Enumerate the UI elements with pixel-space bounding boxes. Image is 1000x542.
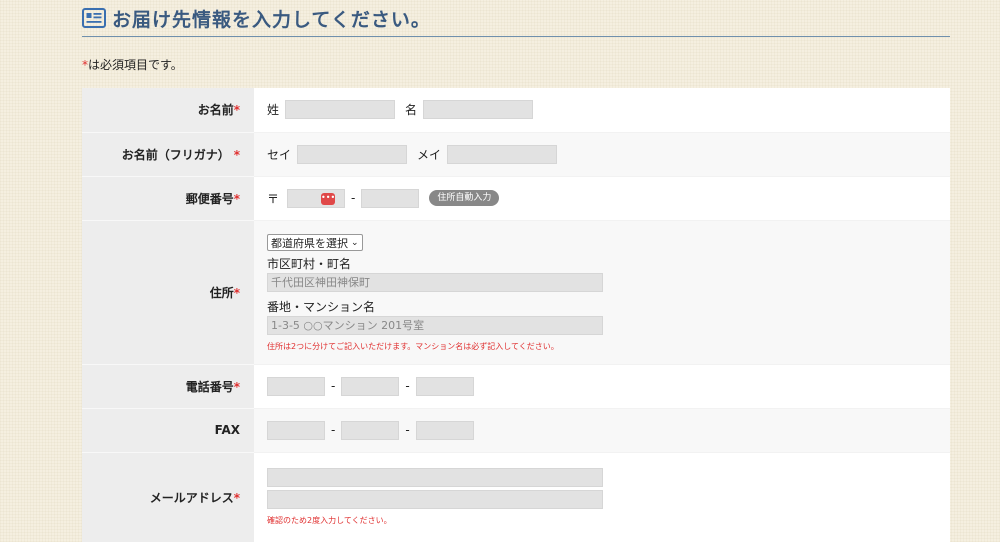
last-kana-label: セイ	[267, 147, 292, 162]
label-kana: お名前（フリガナ） *	[82, 132, 254, 177]
row-address: 住所* 都道府県を選択 ⌄ 市区町村・町名 千代田区神田神保町 番地・マンション…	[82, 220, 950, 365]
required-note: *は必須項目です。	[82, 56, 950, 72]
chevron-down-icon: ⌄	[351, 237, 359, 248]
label-address: 住所*	[82, 220, 254, 365]
first-name-label: 名	[405, 103, 418, 118]
fax-dash-2: -	[405, 423, 410, 437]
city-label: 市区町村・町名	[267, 257, 352, 271]
last-name-input[interactable]	[285, 100, 396, 120]
last-name-label: 姓	[267, 103, 280, 118]
fax-dash-1: -	[331, 423, 336, 437]
zip-dash: -	[351, 191, 356, 205]
required-note-text: は必須項目です。	[88, 58, 183, 72]
zip-second-input[interactable]	[361, 188, 420, 208]
zip-first-input[interactable]: •••	[287, 188, 346, 208]
first-name-input[interactable]	[423, 100, 534, 120]
phone-dash-1: -	[331, 379, 336, 393]
first-kana-label: メイ	[417, 147, 442, 162]
phone-part1-input[interactable]	[267, 376, 325, 396]
street-label: 番地・マンション名	[267, 300, 376, 314]
prefecture-selected-value: 都道府県を選択	[271, 236, 348, 250]
label-fax: FAX	[82, 408, 254, 453]
row-name: お名前* 姓 名	[82, 88, 950, 133]
phone-dash-2: -	[405, 379, 410, 393]
label-name: お名前*	[82, 88, 254, 133]
phone-part2-input[interactable]	[341, 376, 400, 396]
label-zip: 郵便番号*	[82, 176, 254, 221]
last-kana-input[interactable]	[297, 144, 408, 164]
prefecture-select[interactable]: 都道府県を選択 ⌄	[267, 234, 363, 251]
row-email: メールアドレス* 確認のため2度入力してください。	[82, 452, 950, 542]
row-zip: 郵便番号* 〒 ••• - 住所自動入力	[82, 176, 950, 221]
street-input[interactable]: 1-3-5 ○○マンション 201号室	[267, 316, 603, 335]
row-fax: FAX - -	[82, 408, 950, 453]
address-note: 住所は2つに分けてご記入いただけます。マンション名は必ず記入してください。	[267, 342, 559, 351]
label-email: メールアドレス*	[82, 452, 254, 542]
fax-part3-input[interactable]	[415, 420, 474, 440]
page-title: お届け先情報を入力してください。	[112, 8, 431, 31]
fax-part1-input[interactable]	[267, 420, 325, 440]
postal-mark: 〒	[267, 191, 280, 206]
email-note: 確認のため2度入力してください。	[267, 516, 392, 525]
email-confirm-input[interactable]	[267, 490, 603, 509]
row-kana: お名前（フリガナ） * セイ メイ	[82, 132, 950, 177]
phone-part3-input[interactable]	[415, 376, 474, 396]
autofill-dots-icon[interactable]: •••	[321, 192, 335, 205]
fax-part2-input[interactable]	[341, 420, 400, 440]
row-phone: 電話番号* - -	[82, 364, 950, 409]
city-input[interactable]: 千代田区神田神保町	[267, 273, 603, 292]
section-header: お届け先情報を入力してください。	[82, 0, 950, 37]
label-phone: 電話番号*	[82, 364, 254, 409]
delivery-form-section: お届け先情報を入力してください。 *は必須項目です。 お名前* 姓 名 お名前（…	[82, 0, 950, 542]
delivery-form-table: お名前* 姓 名 お名前（フリガナ） * セイ メイ 郵便番号* 〒 ••• -…	[82, 88, 950, 542]
email-input[interactable]	[267, 468, 603, 487]
address-autofill-button[interactable]: 住所自動入力	[429, 190, 500, 206]
form-card-icon	[82, 8, 106, 28]
first-kana-input[interactable]	[447, 144, 558, 164]
